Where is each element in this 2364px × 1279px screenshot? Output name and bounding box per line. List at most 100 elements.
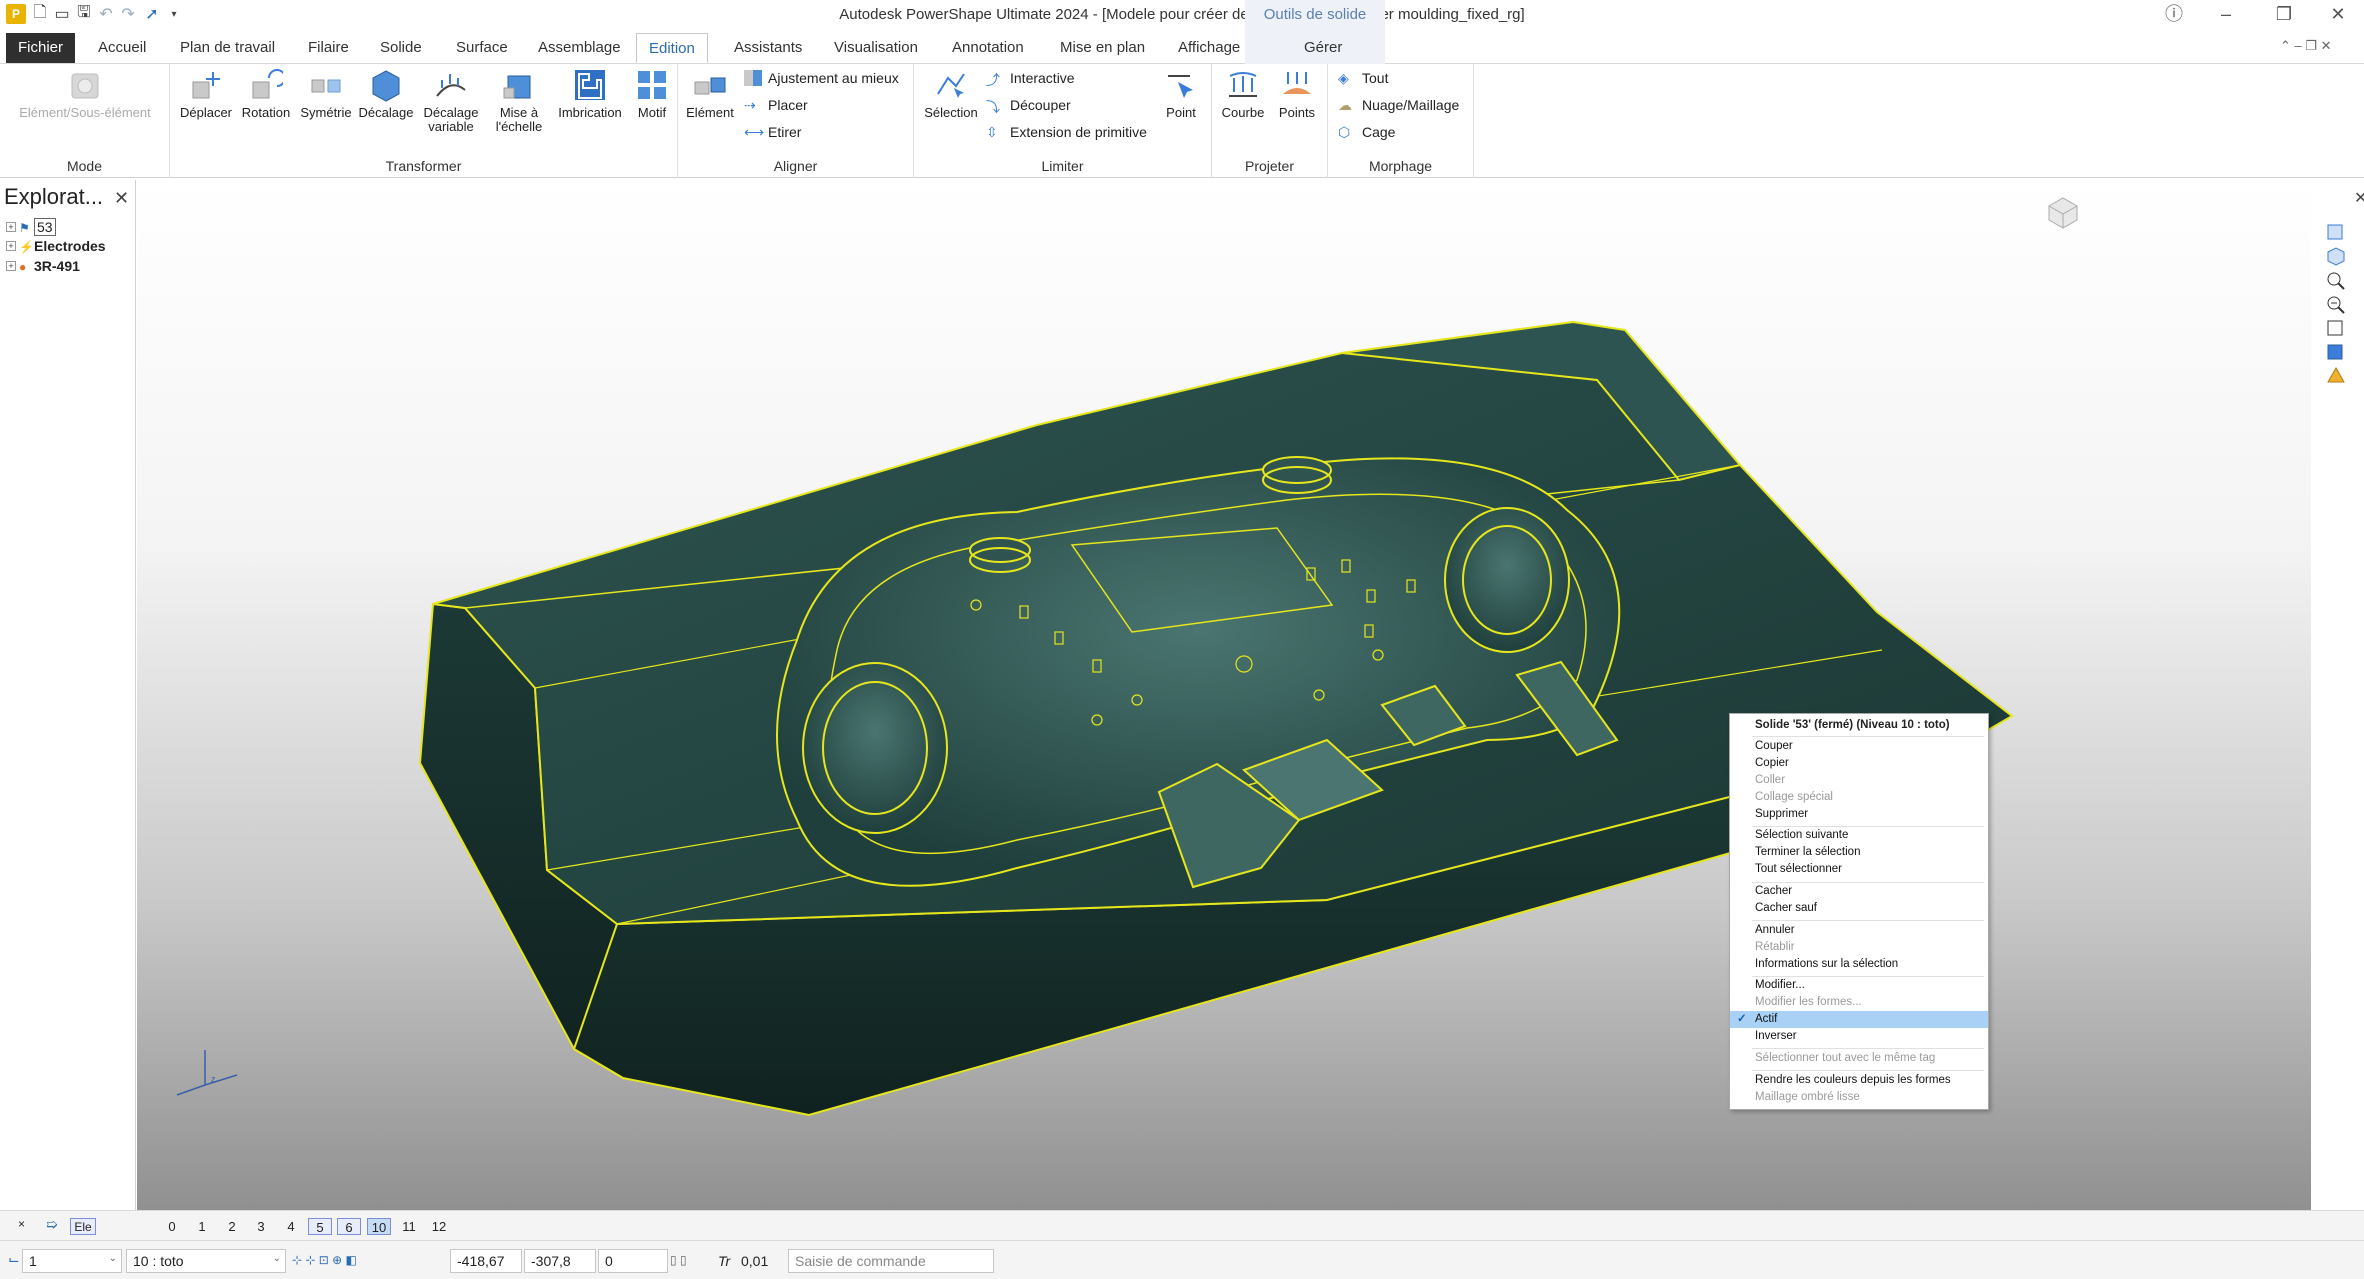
menu-item-collage-special[interactable]: Collage spécial [1730,789,1988,806]
element-sub-element-button[interactable]: Elément/Sous-élément [10,68,160,120]
tab-plan-de-travail[interactable]: Plan de travail [168,33,287,63]
tab-assistants[interactable]: Assistants [722,33,814,63]
ribbon-collapse-icon[interactable]: ⌃ – ❐ ✕ [2280,38,2332,54]
level-select[interactable]: 10 : toto ⌄ [126,1249,286,1273]
menu-item-selectionner-meme-tag[interactable]: Sélectionner tout avec le même tag [1730,1050,1988,1067]
menu-item-inverser[interactable]: Inverser [1730,1028,1988,1045]
menu-item-actif[interactable]: ✓ Actif [1730,1011,1988,1028]
expand-icon[interactable]: + [6,241,16,251]
level-ele-button[interactable]: Ele [70,1218,96,1235]
tab-visualisation[interactable]: Visualisation [822,33,930,63]
menu-item-terminer-selection[interactable]: Terminer la sélection [1730,844,1988,861]
coord-y-field[interactable]: -307,8 [524,1249,596,1273]
coord-z-field[interactable]: 0 [598,1249,668,1273]
tab-accueil[interactable]: Accueil [86,33,158,63]
tab-surface[interactable]: Surface [444,33,520,63]
menu-item-couper[interactable]: Couper [1730,738,1988,755]
level-5[interactable]: 5 [308,1218,332,1235]
snap-tools-icon[interactable]: ⊹ ⊹ ⊡ ⊕ ◧ [292,1253,357,1267]
level-12[interactable]: 12 [427,1218,451,1235]
menu-item-cacher[interactable]: Cacher [1730,883,1988,900]
tab-assemblage[interactable]: Assemblage [526,33,633,63]
tab-edition[interactable]: Edition [636,33,708,63]
view-iso-icon[interactable] [2325,246,2347,266]
menu-item-retablir[interactable]: Rétablir [1730,939,1988,956]
tolerance-field[interactable]: 0,01 [734,1249,784,1273]
decalage-button[interactable]: Décalage [356,68,416,120]
tree-item-electrodes[interactable]: + ⚡ Electrodes [6,238,106,254]
menu-item-rendre-couleurs[interactable]: Rendre les couleurs depuis les formes [1730,1072,1988,1089]
placer-button[interactable]: ⇢ Placer [744,97,808,113]
menu-item-supprimer[interactable]: Supprimer [1730,806,1988,823]
extension-primitive-button[interactable]: ⇳ Extension de primitive [986,124,1147,140]
mise-a-echelle-button[interactable]: Mise à l'échelle [486,68,552,134]
level-2[interactable]: 2 [220,1218,244,1235]
nuage-maillage-button[interactable]: ☁ Nuage/Maillage [1338,97,1459,113]
ajustement-au-mieux-button[interactable]: Ajustement au mieux [744,70,899,86]
tree-item-solid-53[interactable]: + ⚑ 53 [6,218,56,236]
level-filter-icon[interactable]: ➯ [46,1216,58,1233]
points-button[interactable]: Points [1270,68,1324,120]
tout-button[interactable]: ◈ Tout [1338,70,1388,86]
menu-item-informations-selection[interactable]: Informations sur la sélection [1730,956,1988,973]
coord-x-field[interactable]: -418,67 [450,1249,522,1273]
menu-item-annuler[interactable]: Annuler [1730,922,1988,939]
menu-item-cacher-sauf[interactable]: Cacher sauf [1730,900,1988,917]
shaded-view-icon[interactable] [2325,342,2347,362]
tab-solide[interactable]: Solide [368,33,434,63]
cage-button[interactable]: ⬡ Cage [1338,124,1395,140]
zoom-fit-icon[interactable] [2325,318,2347,338]
explorer-close-icon[interactable]: ✕ [114,188,129,209]
menu-item-maillage-ombre-lisse[interactable]: Maillage ombré lisse [1730,1089,1988,1106]
motif-button[interactable]: Motif [628,68,676,120]
help-icon[interactable]: ⓘ [2154,2,2194,26]
close-window-button[interactable]: ✕ [2318,2,2358,26]
tab-filaire[interactable]: Filaire [296,33,361,63]
tab-annotation[interactable]: Annotation [940,33,1036,63]
level-bar-close-icon[interactable]: × [18,1217,25,1231]
menu-item-modifier[interactable]: Modifier... [1730,977,1988,994]
menu-item-copier[interactable]: Copier [1730,755,1988,772]
view-cube-icon[interactable] [2045,194,2081,230]
menu-item-tout-selectionner[interactable]: Tout sélectionner [1730,861,1988,878]
zoom-in-icon[interactable] [2325,270,2347,290]
expand-icon[interactable]: + [6,222,16,232]
level-1[interactable]: 1 [190,1218,214,1235]
symetrie-button[interactable]: Symétrie [296,68,356,120]
minimize-button[interactable]: – [2206,2,2246,26]
expand-icon[interactable]: + [6,261,16,271]
tab-gerer[interactable]: Gérer [1292,33,1354,63]
element-align-button[interactable]: Elément [684,68,736,120]
zoom-out-icon[interactable] [2325,294,2347,314]
panel-close-icon[interactable]: ✕ [2354,188,2364,208]
level-11[interactable]: 11 [397,1218,421,1235]
view-front-icon[interactable] [2325,222,2347,242]
tab-mise-en-plan[interactable]: Mise en plan [1048,33,1157,63]
coord-mode-icon[interactable]: ▯ ▯ [670,1253,687,1267]
courbe-button[interactable]: Courbe [1216,68,1270,120]
imbrication-button[interactable]: Imbrication [552,68,628,120]
workplane-select[interactable]: 1 ⌄ [22,1249,122,1273]
level-10[interactable]: 10 [367,1218,391,1235]
level-3[interactable]: 3 [249,1218,273,1235]
decouper-button[interactable]: ⤵ Découper [986,97,1071,115]
restore-button[interactable]: ❐ [2264,2,2304,26]
menu-item-modifier-formes[interactable]: Modifier les formes... [1730,994,1988,1011]
level-6[interactable]: 6 [337,1218,361,1235]
tab-fichier[interactable]: Fichier [6,33,76,63]
command-input[interactable]: Saisie de commande [788,1249,994,1273]
level-0[interactable]: 0 [160,1218,184,1235]
tab-affichage[interactable]: Affichage [1166,33,1252,63]
decalage-variable-button[interactable]: Décalage variable [416,68,486,134]
menu-item-coller[interactable]: Coller [1730,772,1988,789]
menu-item-selection-suivante[interactable]: Sélection suivante [1730,827,1988,844]
tree-item-3r-491[interactable]: + ● 3R-491 [6,258,80,274]
selection-limit-button[interactable]: Sélection [920,68,982,120]
material-icon[interactable] [2325,366,2347,386]
rotation-button[interactable]: Rotation [236,68,296,120]
level-4[interactable]: 4 [279,1218,303,1235]
point-limit-button[interactable]: Point [1154,68,1208,120]
deplacer-button[interactable]: Déplacer [176,68,236,120]
interactive-button[interactable]: ⤴ Interactive [986,70,1075,88]
etirer-button[interactable]: ⟷ Etirer [744,124,801,140]
